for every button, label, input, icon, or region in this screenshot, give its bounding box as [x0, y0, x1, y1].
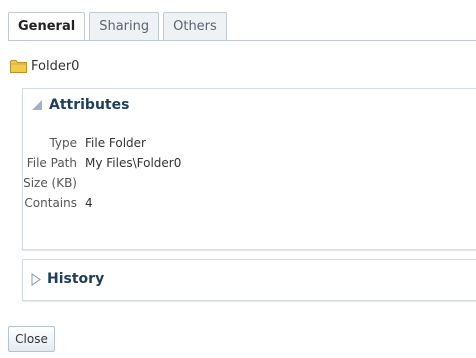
- attributes-title: Attributes: [49, 97, 130, 113]
- attribute-value: File Folder: [85, 136, 146, 150]
- folder-title-row: Folder0: [10, 56, 79, 76]
- attributes-list: Type File Folder File Path My Files\Fold…: [23, 133, 181, 213]
- tab-sharing[interactable]: Sharing: [89, 12, 160, 40]
- attributes-panel: Attributes Type File Folder File Path My…: [22, 88, 476, 250]
- attributes-header[interactable]: Attributes: [31, 97, 129, 113]
- history-panel: History: [22, 259, 476, 301]
- attribute-label: File Path: [26, 156, 77, 170]
- folder-name: Folder0: [31, 58, 80, 74]
- attribute-row-contains: Contains 4: [23, 193, 181, 213]
- attribute-value: 4: [85, 196, 93, 210]
- collapse-triangle-icon: [32, 100, 42, 110]
- expand-triangle-icon: [31, 272, 41, 286]
- close-button[interactable]: Close: [8, 326, 55, 352]
- tab-general[interactable]: General: [8, 12, 86, 41]
- attribute-row-file-path: File Path My Files\Folder0: [23, 153, 182, 173]
- tab-others[interactable]: Others: [163, 12, 227, 40]
- tab-divider: [8, 40, 476, 41]
- attribute-label: Contains: [24, 196, 77, 210]
- history-title: History: [47, 271, 105, 287]
- attribute-value: My Files\Folder0: [85, 156, 182, 170]
- attribute-row-size: Size (KB): [23, 173, 181, 193]
- attribute-label: Type: [49, 136, 77, 150]
- history-header[interactable]: History: [31, 271, 104, 287]
- attribute-row-type: Type File Folder: [23, 133, 181, 153]
- attribute-label: Size (KB): [23, 176, 77, 190]
- tab-bar: General Sharing Others: [8, 12, 231, 41]
- folder-icon: [10, 60, 27, 73]
